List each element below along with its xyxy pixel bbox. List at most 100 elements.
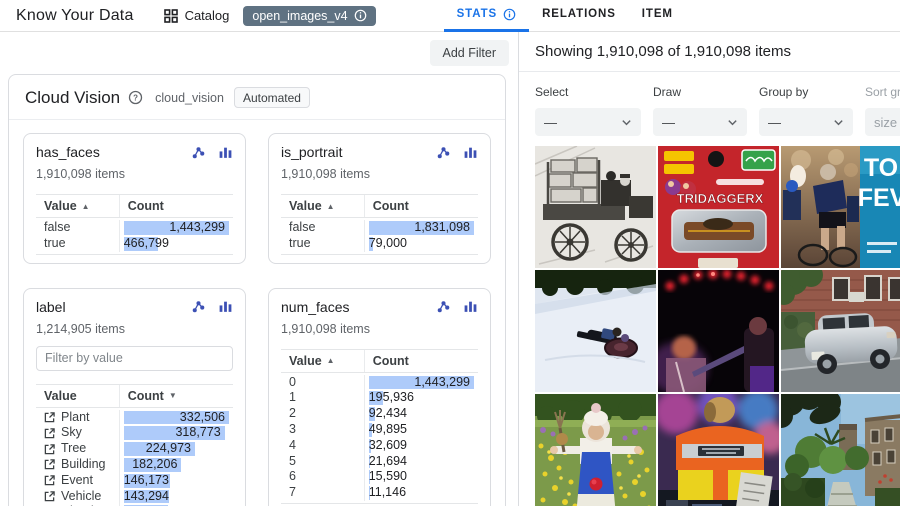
control-select[interactable]: — bbox=[653, 108, 747, 136]
column-header-value[interactable]: Value▲ bbox=[281, 195, 364, 217]
dataset-chip[interactable]: open_images_v4 bbox=[243, 6, 375, 26]
item-browser-panel: Showing 1,910,098 of 1,910,098 items Sel… bbox=[519, 32, 900, 506]
stat-card-item-count: 1,910,098 items bbox=[36, 167, 233, 181]
column-header-count[interactable]: Count▼ bbox=[119, 385, 233, 407]
open-in-new-icon[interactable] bbox=[44, 491, 55, 502]
image-tile-concert[interactable] bbox=[658, 270, 779, 392]
stat-card-item-count: 1,910,098 items bbox=[281, 322, 478, 336]
selected-value: — bbox=[662, 115, 675, 130]
stat-table-row[interactable]: 5 21,694 bbox=[281, 454, 478, 470]
row-count-value: 224,973 bbox=[124, 442, 195, 456]
open-in-new-icon[interactable] bbox=[44, 428, 55, 439]
column-header-count[interactable]: Count bbox=[119, 195, 233, 217]
section-header: Cloud Vision ? cloud_vision Automated bbox=[9, 75, 505, 120]
scatter-plot-icon[interactable] bbox=[191, 299, 206, 314]
stat-table-row[interactable]: Plant 332,506 bbox=[36, 410, 233, 426]
scatter-plot-icon[interactable] bbox=[436, 299, 451, 314]
automated-badge: Automated bbox=[234, 87, 310, 108]
row-value-label: 3 bbox=[289, 422, 296, 438]
stat-table-row[interactable]: false 1,443,299 bbox=[36, 220, 233, 236]
control-select: Select — bbox=[535, 85, 641, 136]
row-value-label: true bbox=[289, 236, 311, 252]
stat-table-row[interactable]: Event 146,173 bbox=[36, 473, 233, 489]
row-count-value: 92,434 bbox=[369, 407, 411, 421]
tab-relations[interactable]: RELATIONS bbox=[529, 0, 629, 32]
row-count-value: 32,609 bbox=[369, 439, 411, 453]
column-header-count[interactable]: Count bbox=[364, 350, 478, 372]
column-header-value[interactable]: Value▲ bbox=[36, 195, 119, 217]
tab-item[interactable]: ITEM bbox=[629, 0, 686, 32]
chevron-down-icon bbox=[727, 117, 738, 128]
column-header-value[interactable]: Value bbox=[36, 385, 119, 407]
open-in-new-icon[interactable] bbox=[44, 444, 55, 455]
stat-table-row[interactable]: Tree 224,973 bbox=[36, 441, 233, 457]
image-tile-hivis-worker[interactable] bbox=[658, 394, 779, 506]
open-in-new-icon[interactable] bbox=[44, 459, 55, 470]
image-tile-cyclists[interactable]: TO FEV bbox=[781, 146, 900, 268]
stat-table-row[interactable]: 2 92,434 bbox=[281, 406, 478, 422]
scatter-plot-icon[interactable] bbox=[436, 145, 451, 160]
bar-chart-icon[interactable] bbox=[463, 145, 478, 160]
stat-table-row[interactable]: 1 195,936 bbox=[281, 390, 478, 406]
stat-table-row[interactable]: 3 49,895 bbox=[281, 422, 478, 438]
bar-chart-icon[interactable] bbox=[218, 145, 233, 160]
column-header-value[interactable]: Value▲ bbox=[281, 350, 364, 372]
row-count-value: 11,146 bbox=[369, 486, 410, 500]
stat-table-row[interactable]: 4 32,609 bbox=[281, 438, 478, 454]
stat-card-is_portrait: is_portrait 1,910,098 items bbox=[268, 133, 491, 264]
row-count-value: 21,694 bbox=[369, 455, 411, 469]
stat-table-row[interactable]: false 1,831,098 bbox=[281, 220, 478, 236]
control-select[interactable]: — bbox=[759, 108, 853, 136]
stat-cards-grid: has_faces 1,910,098 items Va bbox=[9, 120, 505, 506]
image-tile-silver-car[interactable] bbox=[781, 270, 900, 392]
open-in-new-icon[interactable] bbox=[44, 475, 55, 486]
image-tile-toy-package[interactable]: TRIDAGGERX bbox=[658, 146, 779, 268]
stat-table-row[interactable]: Building 182,206 bbox=[36, 457, 233, 473]
stat-table-row[interactable]: Vehicle 143,294 bbox=[36, 489, 233, 505]
stat-table-row[interactable]: Sky 318,773 bbox=[36, 425, 233, 441]
stat-table-row[interactable]: 7 11,146 bbox=[281, 485, 478, 501]
dataset-chip-label: open_images_v4 bbox=[252, 9, 347, 23]
row-count-value: 146,173 bbox=[124, 474, 173, 488]
row-count-value: 318,773 bbox=[124, 426, 225, 440]
section-id-label: cloud_vision bbox=[155, 91, 224, 105]
stat-table-row[interactable]: 0 1,443,299 bbox=[281, 375, 478, 391]
tab-stats[interactable]: STATS bbox=[444, 0, 530, 32]
chevron-down-icon bbox=[833, 117, 844, 128]
image-tile-snow-tubing[interactable] bbox=[535, 270, 656, 392]
scatter-plot-icon[interactable] bbox=[191, 145, 206, 160]
control-select[interactable]: — bbox=[535, 108, 641, 136]
row-value-label: false bbox=[44, 220, 70, 236]
svg-text:TRIDAGGERX: TRIDAGGERX bbox=[677, 191, 764, 206]
help-icon[interactable]: ? bbox=[128, 90, 143, 105]
stat-table-row[interactable]: 6 15,590 bbox=[281, 469, 478, 485]
row-count-value: 466,799 bbox=[124, 237, 173, 251]
row-value-label: Sky bbox=[61, 425, 82, 441]
showing-row: Showing 1,910,098 of 1,910,098 items bbox=[519, 32, 900, 72]
row-count-value: 15,590 bbox=[369, 470, 411, 484]
selected-value: size bbox=[874, 115, 897, 130]
row-value-label: Vehicle bbox=[61, 489, 101, 505]
open-in-new-icon[interactable] bbox=[44, 412, 55, 423]
catalog-label: Catalog bbox=[185, 8, 230, 23]
image-tile-scarecrow[interactable] bbox=[535, 394, 656, 506]
image-tile-garden[interactable] bbox=[781, 394, 900, 506]
catalog-button[interactable]: Catalog bbox=[164, 8, 230, 23]
bar-chart-icon[interactable] bbox=[218, 299, 233, 314]
row-count-value: 1,443,299 bbox=[369, 376, 474, 390]
svg-text:?: ? bbox=[133, 93, 138, 102]
stat-table-row[interactable]: true 79,000 bbox=[281, 236, 478, 252]
bar-chart-icon[interactable] bbox=[463, 299, 478, 314]
info-icon bbox=[503, 8, 516, 21]
control-select[interactable]: size bbox=[865, 108, 900, 136]
row-value-label: false bbox=[289, 220, 315, 236]
tab-label: STATS bbox=[457, 8, 498, 20]
image-tile-vintage-truck[interactable] bbox=[535, 146, 656, 268]
filter-by-value-input[interactable] bbox=[36, 346, 233, 371]
section-title: Cloud Vision bbox=[25, 88, 120, 108]
row-count-value: 195,936 bbox=[369, 391, 418, 405]
stat-table-row[interactable]: true 466,799 bbox=[36, 236, 233, 252]
column-header-count[interactable]: Count bbox=[364, 195, 478, 217]
stat-card-title: label bbox=[36, 299, 191, 315]
add-filter-button[interactable]: Add Filter bbox=[430, 40, 510, 66]
